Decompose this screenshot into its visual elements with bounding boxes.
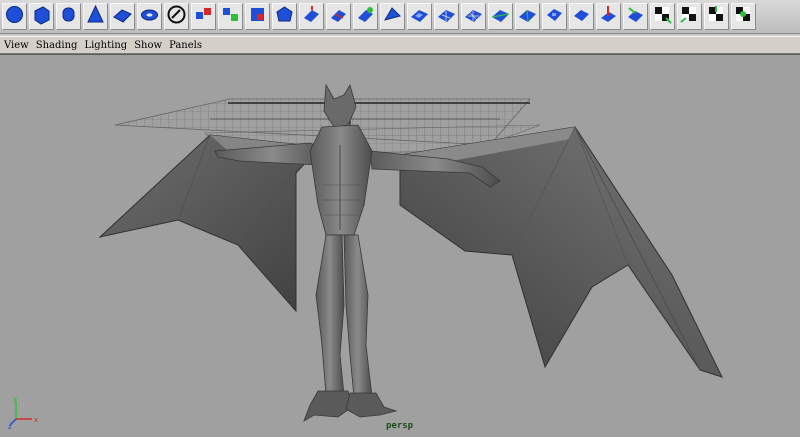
cube-icon — [31, 4, 52, 30]
plane-icon — [112, 4, 133, 30]
shelf-tool-circle-button[interactable] — [164, 3, 189, 30]
shelf-tool-bridge-button[interactable] — [434, 3, 459, 30]
cut-faces-icon — [382, 4, 403, 30]
shelf-tool-bevel-button[interactable] — [407, 3, 432, 30]
cylinder-icon — [58, 4, 79, 30]
shelf-toolbar — [0, 0, 800, 34]
shelf-tool-plane-button[interactable] — [110, 3, 135, 30]
shelf-tool-wedge-face-button[interactable] — [623, 3, 648, 30]
extract-icon — [247, 4, 268, 30]
menu-shading[interactable]: Shading — [36, 40, 78, 51]
shelf-tool-uv-planar-button[interactable] — [677, 3, 702, 30]
uv-checker-icon — [652, 4, 673, 30]
shelf-tool-collapse-button[interactable] — [569, 3, 594, 30]
shelf-tool-combine-button[interactable] — [191, 3, 216, 30]
shelf-tool-extract-button[interactable] — [245, 3, 270, 30]
shelf-tool-torus-button[interactable] — [137, 3, 162, 30]
shelf-tool-extrude-face-button[interactable] — [299, 3, 324, 30]
quadrangulate-icon — [517, 4, 538, 30]
torus-icon — [139, 4, 160, 30]
menu-view[interactable]: View — [4, 40, 29, 51]
shelf-tool-cone-button[interactable] — [83, 3, 108, 30]
axis-y-label: y — [13, 395, 17, 403]
shelf-tool-sphere-button[interactable] — [2, 3, 27, 30]
collapse-icon — [571, 4, 592, 30]
append-polygon-icon — [355, 4, 376, 30]
scene-canvas[interactable] — [0, 55, 800, 437]
menu-panels[interactable]: Panels — [169, 40, 202, 51]
shelf-tool-triangulate-button[interactable] — [488, 3, 513, 30]
shelf-tool-separate-button[interactable] — [218, 3, 243, 30]
axis-x-label: x — [34, 416, 38, 424]
shelf-tool-merge-edges-button[interactable] — [542, 3, 567, 30]
sphere-icon — [4, 4, 25, 30]
shelf-tool-cylinder-button[interactable] — [56, 3, 81, 30]
uv-spherical-icon — [733, 4, 754, 30]
split-polygon-icon — [328, 4, 349, 30]
triangulate-icon — [490, 4, 511, 30]
circle-icon — [166, 4, 187, 30]
maya-window: View Shading Lighting Show Panels y x z … — [0, 0, 800, 437]
shelf-tool-append-polygon-button[interactable] — [353, 3, 378, 30]
perspective-viewport[interactable]: y x z persp — [0, 54, 800, 437]
shelf-tool-uv-spherical-button[interactable] — [731, 3, 756, 30]
uv-cylindrical-icon — [706, 4, 727, 30]
merge-edges-icon — [544, 4, 565, 30]
poke-face-icon — [598, 4, 619, 30]
shelf-tool-quadrangulate-button[interactable] — [515, 3, 540, 30]
separate-icon — [220, 4, 241, 30]
shelf-tool-split-polygon-button[interactable] — [326, 3, 351, 30]
shelf-tool-cut-faces-button[interactable] — [380, 3, 405, 30]
wedge-face-icon — [625, 4, 646, 30]
shelf-tool-uv-checker-button[interactable] — [650, 3, 675, 30]
bridge-icon — [436, 4, 457, 30]
bevel-icon — [409, 4, 430, 30]
menu-show[interactable]: Show — [134, 40, 162, 51]
axis-z-label: z — [8, 423, 12, 429]
menu-lighting[interactable]: Lighting — [84, 40, 127, 51]
extrude-face-icon — [301, 4, 322, 30]
subdivide-icon — [463, 4, 484, 30]
shelf-tool-poke-face-button[interactable] — [596, 3, 621, 30]
uv-planar-icon — [679, 4, 700, 30]
shelf-tool-subdivide-button[interactable] — [461, 3, 486, 30]
shelf-tool-uv-cylindrical-button[interactable] — [704, 3, 729, 30]
shelf-tool-cube-button[interactable] — [29, 3, 54, 30]
panel-menubar: View Shading Lighting Show Panels — [0, 36, 800, 54]
smooth-icon — [274, 4, 295, 30]
combine-icon — [193, 4, 214, 30]
axis-gizmo: y x z — [8, 395, 38, 429]
cone-icon — [85, 4, 106, 30]
camera-label: persp — [386, 421, 414, 431]
shelf-tool-smooth-button[interactable] — [272, 3, 297, 30]
